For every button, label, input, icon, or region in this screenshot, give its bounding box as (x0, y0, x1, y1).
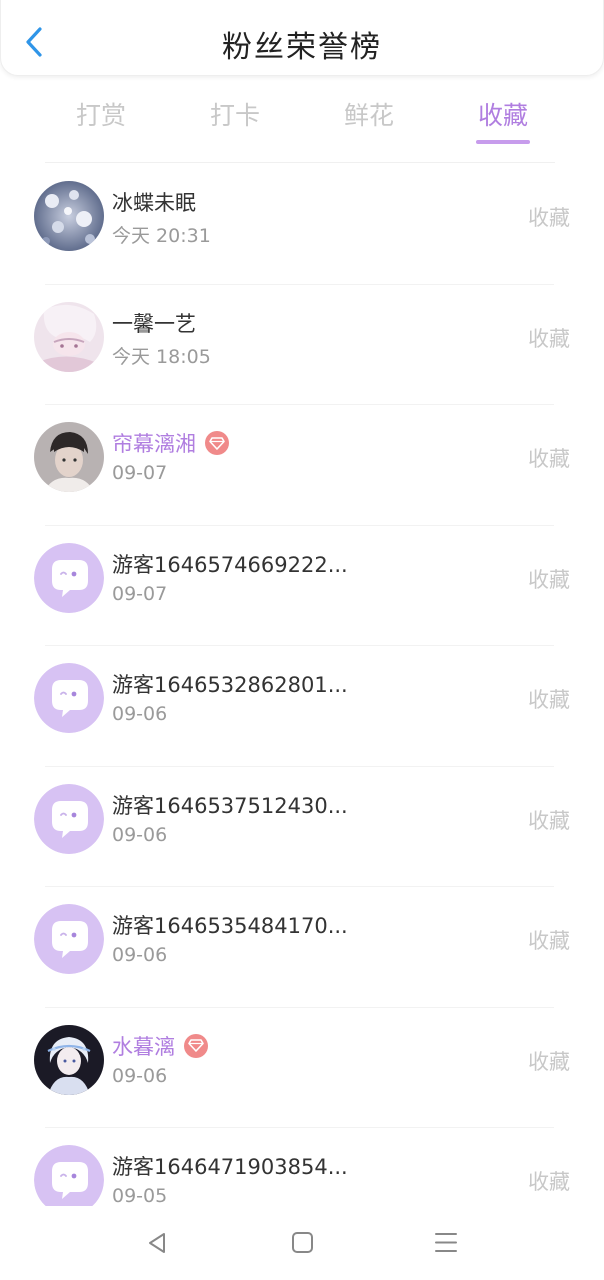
list-item[interactable]: 冰蝶未眠 今天 20:31 收藏 (0, 164, 604, 285)
user-name[interactable]: 游客1646574669222... (112, 549, 348, 579)
user-name[interactable]: 游客1646535484170... (112, 910, 348, 940)
nav-back-button[interactable] (142, 1228, 174, 1258)
divider (45, 162, 555, 163)
action-label: 收藏 (528, 206, 570, 230)
avatar[interactable] (34, 181, 104, 251)
list-item[interactable]: 一馨一艺 今天 18:05 收藏 (0, 285, 604, 405)
timestamp: 09-07 (112, 462, 168, 484)
list-item[interactable]: 游客1646471903854... 09-05 收藏 (0, 1128, 604, 1206)
timestamp: 09-06 (112, 944, 168, 966)
timestamp: 今天 18:05 (112, 345, 211, 368)
timestamp: 09-06 (112, 1064, 168, 1087)
avatar[interactable] (34, 904, 104, 974)
user-name-text: 帘幕漓湘 (112, 432, 196, 456)
action-label: 收藏 (528, 567, 570, 592)
diamond-badge-icon (184, 1033, 208, 1058)
action-label: 收藏 (528, 326, 570, 351)
nav-menu-button[interactable] (430, 1228, 462, 1258)
user-name-text: 游客1646537512430... (112, 793, 348, 818)
fan-list[interactable]: 冰蝶未眠 今天 20:31 收藏 一馨一艺 今天 18:05 收藏 帘幕漓湘 0… (0, 164, 604, 1206)
avatar[interactable] (34, 1024, 104, 1095)
triangle-back-icon (149, 1233, 165, 1253)
list-item[interactable]: 帘幕漓湘 09-07 收藏 (0, 405, 604, 526)
chat-bubble-icon (34, 542, 104, 613)
list-item[interactable]: 游客1646537512430... 09-06 收藏 (0, 767, 604, 887)
tab-checkin[interactable]: 打卡 (180, 96, 290, 142)
timestamp: 09-06 (112, 823, 168, 846)
avatar[interactable] (34, 542, 104, 613)
tab-bar: 打赏 打卡 鲜花 收藏 (0, 88, 604, 148)
menu-lines-icon (435, 1233, 457, 1252)
action-label: 收藏 (528, 929, 570, 953)
avatar[interactable] (34, 663, 104, 733)
user-name[interactable]: 游客1646471903854... (112, 1151, 348, 1181)
user-name[interactable]: 水暮漓 (112, 1031, 208, 1061)
list-item[interactable]: 游客1646574669222... 09-07 收藏 (0, 526, 604, 646)
user-name-text: 水暮漓 (112, 1034, 175, 1059)
square-home-icon (292, 1232, 313, 1253)
tab-label: 鲜花 (343, 101, 394, 130)
user-name-text: 游客1646471903854... (112, 1155, 348, 1179)
tab-label: 收藏 (477, 101, 528, 130)
diamond-badge-icon (205, 431, 229, 455)
avatar[interactable] (34, 783, 104, 854)
action-label: 收藏 (528, 688, 570, 712)
user-name-text: 一馨一艺 (112, 311, 196, 336)
chat-bubble-icon (34, 663, 104, 733)
action-label: 收藏 (528, 1170, 570, 1194)
avatar[interactable] (34, 301, 104, 372)
user-name-text: 冰蝶未眠 (112, 191, 196, 215)
tab-label: 打卡 (209, 101, 260, 130)
page-title: 粉丝荣誉榜 (222, 30, 382, 65)
tab-tips[interactable]: 打赏 (46, 96, 156, 142)
user-name-text: 游客1646535484170... (112, 914, 348, 938)
action-label: 收藏 (528, 1049, 570, 1074)
list-item[interactable]: 游客1646535484170... 09-06 收藏 (0, 887, 604, 1008)
timestamp: 09-07 (112, 582, 168, 605)
user-name[interactable]: 冰蝶未眠 (112, 187, 196, 217)
avatar[interactable] (34, 422, 104, 492)
timestamp: 09-06 (112, 703, 168, 725)
action-label: 收藏 (528, 447, 570, 471)
action-label: 收藏 (528, 808, 570, 833)
chat-bubble-icon (34, 1145, 104, 1206)
list-item[interactable]: 水暮漓 09-06 收藏 (0, 1008, 604, 1128)
user-name[interactable]: 游客1646537512430... (112, 790, 348, 820)
user-name-text: 游客1646574669222... (112, 552, 348, 577)
user-name[interactable]: 游客1646532862801... (112, 669, 348, 699)
tab-flowers[interactable]: 鲜花 (314, 96, 424, 142)
avatar[interactable] (34, 1145, 104, 1206)
header-bar: 粉丝荣誉榜 (0, 0, 604, 76)
timestamp: 09-05 (112, 1185, 168, 1206)
nav-home-button[interactable] (286, 1228, 318, 1258)
chat-bubble-icon (34, 904, 104, 974)
timestamp: 今天 20:31 (112, 225, 211, 247)
user-name[interactable]: 一馨一艺 (112, 308, 196, 338)
chat-bubble-icon (34, 783, 104, 854)
user-name[interactable]: 帘幕漓湘 (112, 428, 229, 458)
tab-label: 打赏 (75, 101, 126, 130)
tab-favorites[interactable]: 收藏 (448, 96, 558, 144)
user-name-text: 游客1646532862801... (112, 673, 348, 697)
active-tab-indicator (476, 140, 530, 144)
list-item[interactable]: 游客1646532862801... 09-06 收藏 (0, 646, 604, 767)
system-nav-bar (0, 1206, 604, 1280)
